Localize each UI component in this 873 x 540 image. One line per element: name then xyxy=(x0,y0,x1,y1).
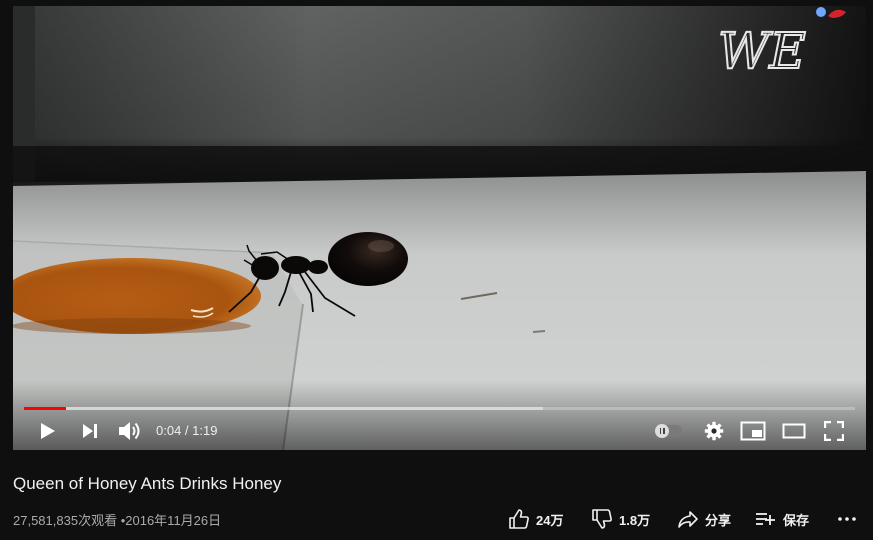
share-label: 分享 xyxy=(705,512,732,528)
miniplayer-button[interactable] xyxy=(738,416,768,446)
save-icon xyxy=(756,513,775,525)
current-time: 0:04 xyxy=(156,423,182,438)
volume-icon xyxy=(119,422,140,440)
dislike-count: 1.8万 xyxy=(619,512,651,528)
next-button[interactable] xyxy=(75,416,105,446)
pause-icon xyxy=(655,424,669,438)
video-player[interactable]: WE 0:04 / 1:19 xyxy=(13,6,866,450)
more-icon xyxy=(838,517,856,521)
share-icon xyxy=(678,511,698,528)
save-button[interactable]: 保存 xyxy=(755,505,809,533)
next-icon xyxy=(83,424,97,438)
progress-bar[interactable] xyxy=(24,407,855,410)
dislike-icon xyxy=(592,509,612,529)
time-display: 0:04 / 1:19 xyxy=(156,423,217,438)
autoplay-toggle[interactable] xyxy=(655,424,682,438)
like-icon xyxy=(509,509,529,529)
channel-watermark: WE xyxy=(718,22,806,80)
settings-button[interactable] xyxy=(699,416,729,446)
settings-icon xyxy=(704,421,724,441)
share-button[interactable]: 分享 xyxy=(677,505,731,533)
progress-buffered xyxy=(24,407,544,410)
volume-button[interactable] xyxy=(114,416,144,446)
fullscreen-icon xyxy=(824,421,844,441)
more-button[interactable] xyxy=(837,505,857,533)
like-count: 24万 xyxy=(536,512,564,528)
dislike-button[interactable]: 1.8万 xyxy=(591,505,650,533)
progress-played xyxy=(24,407,66,410)
theater-icon xyxy=(782,423,806,439)
miniplayer-icon xyxy=(740,421,766,441)
action-bar: 24万 1.8万 分享 保存 xyxy=(0,505,873,533)
fullscreen-button[interactable] xyxy=(819,416,849,446)
time-separator: / xyxy=(181,423,193,438)
video-title: Queen of Honey Ants Drinks Honey xyxy=(13,474,282,493)
save-label: 保存 xyxy=(783,512,810,528)
duration: 1:19 xyxy=(192,423,218,438)
like-button[interactable]: 24万 xyxy=(508,505,563,533)
play-icon xyxy=(41,423,55,439)
play-button[interactable] xyxy=(32,416,62,446)
theater-button[interactable] xyxy=(779,416,809,446)
